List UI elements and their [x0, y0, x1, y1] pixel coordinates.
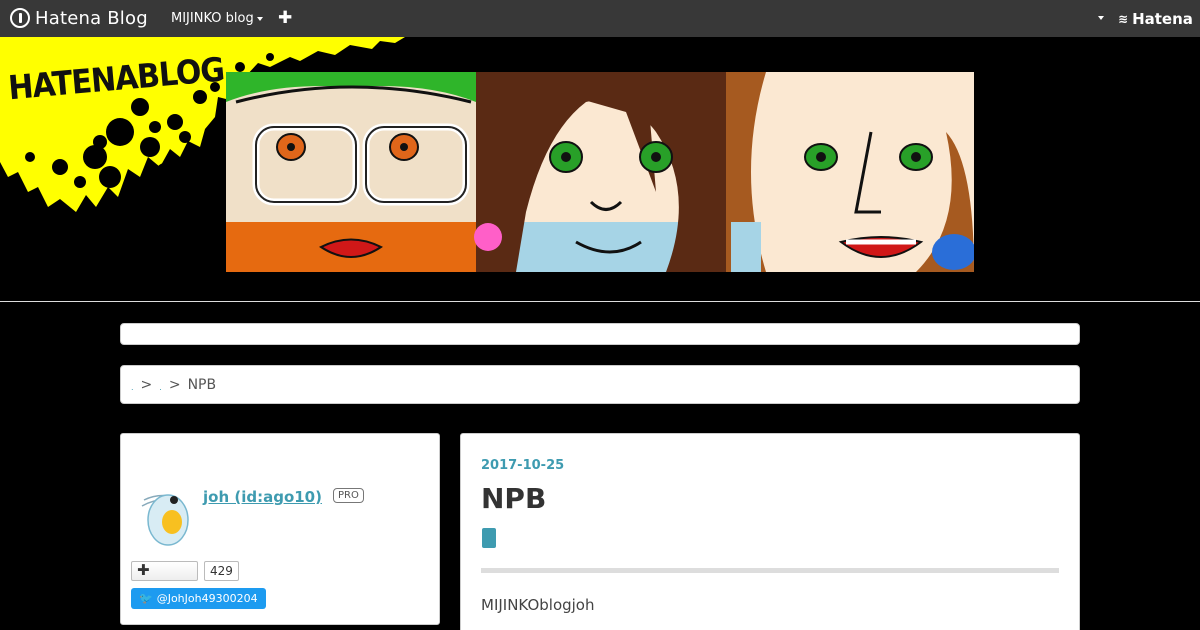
- blog-header: HATENABLOG: [0, 37, 1200, 302]
- user-menu-chevron-down-icon[interactable]: [1098, 16, 1104, 20]
- follow-button[interactable]: ✚: [131, 561, 198, 581]
- header-divider: [0, 301, 1200, 302]
- blog-menu-dropdown[interactable]: MIJINKO blog: [171, 11, 263, 26]
- breadcrumb-separator: >: [168, 376, 181, 393]
- hatena-blog-logo-text: Hatena Blog: [35, 7, 148, 29]
- author-link[interactable]: joh (id:ago10): [203, 488, 322, 506]
- hatena-wifi-icon: ≋: [1118, 12, 1129, 26]
- header-image[interactable]: [226, 72, 974, 272]
- sidebar-profile-module: joh (id:ago10) PRO ✚ 429 🐦 @JohJoh493002…: [120, 433, 440, 625]
- entry-body-text: MIJINKOblogjoh: [481, 596, 595, 614]
- follower-count: 429: [204, 561, 239, 581]
- twitter-handle: @JohJoh49300204: [156, 592, 258, 605]
- breadcrumb: ​. > ​. > NPB: [120, 365, 1080, 404]
- breadcrumb-current: NPB: [187, 376, 217, 393]
- chevron-down-icon: [256, 16, 263, 21]
- hatena-blog-logo[interactable]: Hatena Blog: [10, 7, 148, 29]
- plus-icon: ✚: [137, 561, 150, 579]
- entry-title[interactable]: NPB: [481, 482, 546, 515]
- entry-divider: [481, 568, 1059, 573]
- hatena-label: Hatena: [1132, 10, 1193, 28]
- blog-menu-label: MIJINKO blog: [171, 11, 254, 26]
- pro-badge: PRO: [333, 488, 364, 503]
- breadcrumb-separator: >: [140, 376, 153, 393]
- global-header: Hatena Blog MIJINKO blog ✚ ≋ Hatena: [0, 0, 1200, 37]
- water-flea-avatar-icon[interactable]: [134, 486, 194, 548]
- entry-article: 2017-10-25 NPB MIJINKOblogjoh: [460, 433, 1080, 630]
- entry-date[interactable]: 2017-10-25: [481, 458, 564, 473]
- search-box[interactable]: [120, 323, 1080, 345]
- plus-icon[interactable]: ✚: [278, 8, 292, 28]
- hatena-logo-icon: [10, 8, 30, 28]
- hatena-link[interactable]: ≋ Hatena: [1118, 10, 1193, 28]
- breadcrumb-link-top-mark: .: [131, 383, 134, 392]
- twitter-bird-icon: 🐦: [139, 592, 153, 605]
- breadcrumb-link-category-mark: .: [159, 383, 162, 392]
- entry-category-tag[interactable]: [482, 528, 496, 548]
- twitter-follow-button[interactable]: 🐦 @JohJoh49300204: [131, 588, 266, 609]
